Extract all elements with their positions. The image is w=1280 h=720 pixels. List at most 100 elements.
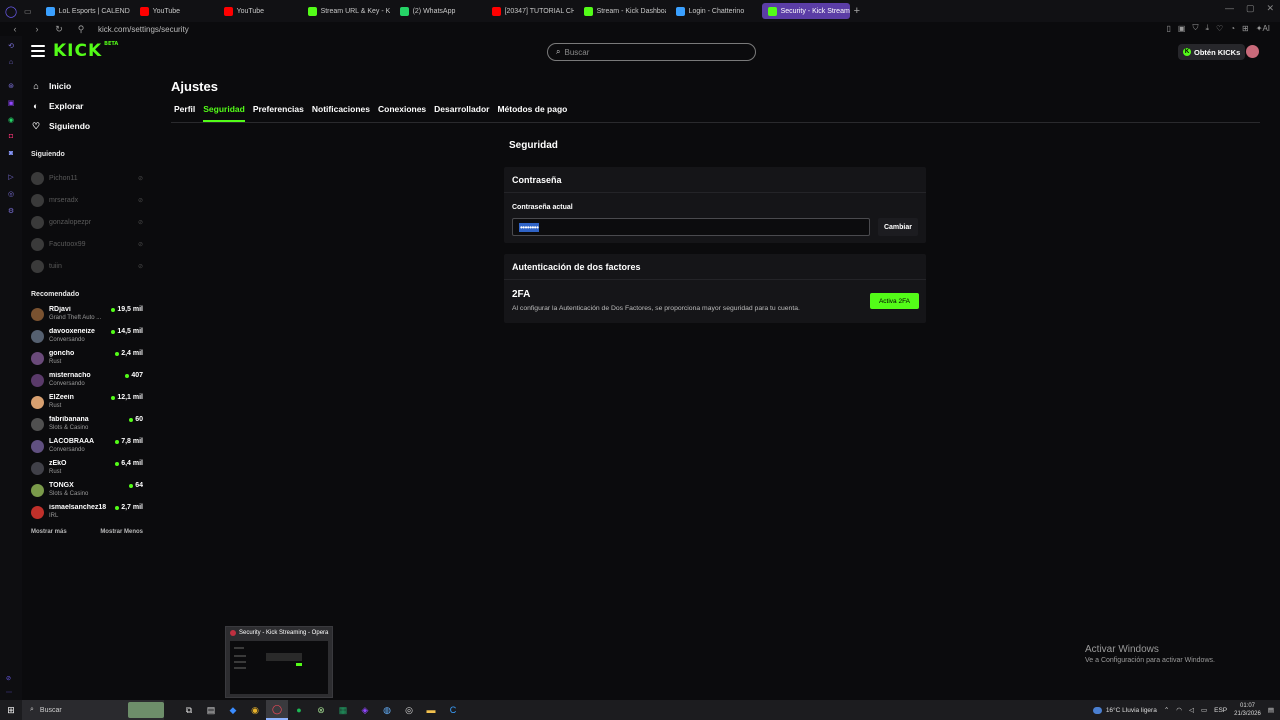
settings-icon[interactable]: ⚙ (6, 205, 17, 216)
shield-icon[interactable]: ⛉ (1192, 23, 1198, 33)
browser-tab[interactable]: Stream - Kick Dashboa (578, 3, 666, 19)
volume-icon[interactable]: ◁ (1189, 706, 1194, 714)
chat-icon[interactable]: ◔ (1230, 24, 1235, 33)
recommended-item[interactable]: ElZeein Rust 12,1 mil (31, 391, 143, 413)
folder-icon[interactable]: ▬ (420, 700, 442, 720)
aria-ai-button[interactable]: ✦AI (1256, 24, 1270, 33)
activate-2fa-button[interactable]: Activa 2FA (870, 293, 919, 309)
whatsapp-icon[interactable]: ◉ (6, 114, 17, 125)
weather-widget[interactable]: 16°C Lluvia ligera (1092, 706, 1157, 714)
new-tab-button[interactable]: + (850, 5, 864, 17)
browser-tab[interactable]: Login - Chatterino (670, 3, 758, 19)
browser-tab[interactable]: LoL Esports | CALENDARIO (40, 3, 130, 19)
recommended-item[interactable]: zEkO Rust 6,4 mil (31, 457, 143, 479)
following-item[interactable]: Pichon11 ⊘ (31, 167, 143, 189)
settings-tab[interactable]: Preferencias (253, 104, 304, 122)
discord-icon[interactable]: ◙ (6, 148, 17, 159)
rail-more-icon[interactable]: ⊘ ⋯ (6, 672, 12, 700)
chrome-icon[interactable]: ◉ (244, 700, 266, 720)
settings-tab[interactable]: Conexiones (378, 104, 426, 122)
snapshot-icon[interactable]: ▣ (1178, 24, 1186, 33)
following-item[interactable]: Facutoox99 ⊘ (31, 233, 143, 255)
recommended-item[interactable]: TONGX Slots & Casino 64 (31, 479, 143, 501)
change-password-button[interactable]: Cambiar (878, 218, 918, 236)
hamburger-menu-icon[interactable] (31, 45, 45, 57)
nav-item-inicio[interactable]: ⌂ Inicio (31, 76, 151, 96)
kick-logo[interactable]: KICK BETA (53, 41, 118, 61)
excel-icon[interactable]: ▦ (332, 700, 354, 720)
aria-icon[interactable]: ⊛ (6, 80, 17, 91)
search-input[interactable] (564, 47, 735, 57)
settings-tab[interactable]: Seguridad (203, 104, 245, 122)
recommended-item[interactable]: goncho Rust 2,4 mil (31, 347, 143, 369)
notifications-icon[interactable]: ▤ (1268, 706, 1274, 714)
browser-tab[interactable]: [20347] TUTORIAL CHAT (486, 3, 574, 19)
close-icon[interactable]: ✕ (1266, 3, 1274, 14)
vpn-icon[interactable]: ◆ (222, 700, 244, 720)
following-item[interactable]: gonzalopezpr ⊘ (31, 211, 143, 233)
settings-tab[interactable]: Desarrollador (434, 104, 489, 122)
clock[interactable]: 01:07 21/3/2026 (1234, 702, 1261, 718)
tab-menu-icon[interactable]: ▭ (24, 7, 32, 16)
show-more-link[interactable]: Mostrar más (31, 529, 67, 535)
bookmark-icon[interactable]: ▯ (1167, 24, 1171, 33)
search-bar[interactable]: ⌕ (547, 43, 756, 61)
opera-taskbar-icon[interactable]: ◯ (266, 700, 288, 720)
forward-icon[interactable]: › (30, 24, 44, 34)
steam-icon[interactable]: ◍ (376, 700, 398, 720)
channel-category: Slots & Casino (49, 491, 89, 497)
home-rail-icon[interactable]: ⌂ (6, 57, 17, 68)
nav-item-explorar[interactable]: ◐ Explorar (31, 96, 151, 116)
task-view-icon[interactable]: ⧉ (178, 700, 200, 720)
user-avatar[interactable] (1246, 45, 1259, 58)
url-field[interactable]: kick.com/settings/security (98, 25, 189, 34)
history-icon[interactable]: ⟲ (6, 40, 17, 51)
chatterino-icon[interactable]: C (442, 700, 464, 720)
start-icon[interactable]: ⊞ (0, 700, 22, 720)
language-indicator[interactable]: ESP (1214, 707, 1227, 714)
opera-logo-icon[interactable]: ◯ (0, 0, 22, 22)
settings-tab[interactable]: Notificaciones (312, 104, 370, 122)
heart-icon[interactable]: ♡ (1216, 24, 1223, 33)
following-item[interactable]: mrseradx ⊘ (31, 189, 143, 211)
settings-tab[interactable]: Métodos de pago (497, 104, 567, 122)
recommended-item[interactable]: davooxeneize Conversando 14,5 mil (31, 325, 143, 347)
back-icon[interactable]: ‹ (8, 24, 22, 34)
recommended-item[interactable]: LACOBRAAA Conversando 7,8 mil (31, 435, 143, 457)
recommended-item[interactable]: RDjavi Grand Theft Auto ... 19,5 mil (31, 303, 143, 325)
nav-item-siguiendo[interactable]: ♡ Siguiendo (31, 116, 151, 136)
following-item[interactable]: tuiin ⊘ (31, 255, 143, 277)
browser-tab[interactable]: (2) WhatsApp (394, 3, 482, 19)
security-lock-icon[interactable]: ⚲ (74, 24, 88, 35)
recommended-item[interactable]: misternacho Conversando 407 (31, 369, 143, 391)
tray-expand-icon[interactable]: ⌃ (1164, 706, 1169, 714)
window-preview[interactable]: Security - Kick Streaming - Opera (225, 626, 333, 698)
instagram-icon[interactable]: ◘ (6, 131, 17, 142)
browser-tab[interactable]: YouTube (134, 3, 214, 19)
spotify-icon[interactable]: ● (288, 700, 310, 720)
download-icon[interactable]: ⤓ (1205, 23, 1209, 33)
settings-tab[interactable]: Perfil (174, 104, 195, 122)
obs-icon[interactable]: ◎ (398, 700, 420, 720)
current-password-field[interactable]: •••••••• (512, 218, 870, 236)
battery-icon[interactable]: ▭ (1201, 706, 1207, 714)
twitch-icon[interactable]: ▣ (6, 97, 17, 108)
browser-tab[interactable]: Stream URL & Key - Kick S (302, 3, 390, 19)
file-manager-icon[interactable]: ▤ (200, 700, 222, 720)
extensions-icon[interactable]: ⊞ (1242, 24, 1249, 33)
xbox-icon[interactable]: ⊗ (310, 700, 332, 720)
speeddial-icon[interactable]: ◎ (6, 188, 17, 199)
network-icon[interactable]: ◠ (1176, 706, 1182, 714)
maximize-icon[interactable]: ▢ (1246, 3, 1255, 14)
browser-tab[interactable]: Security - Kick Streaming (761, 3, 850, 19)
taskbar-search[interactable]: ⌕ Buscar (22, 700, 164, 720)
twitch-app-icon[interactable]: ◈ (354, 700, 376, 720)
minimize-icon[interactable]: — (1225, 3, 1234, 14)
get-kicks-button[interactable]: K Obtén KICKs (1178, 44, 1246, 60)
player-icon[interactable]: ▷ (6, 171, 17, 182)
recommended-item[interactable]: ismaelsanchez18 IRL 2,7 mil (31, 501, 143, 523)
reload-icon[interactable]: ↻ (52, 24, 66, 35)
recommended-item[interactable]: fabribanana Slots & Casino 60 (31, 413, 143, 435)
browser-tab[interactable]: YouTube (218, 3, 298, 19)
show-less-link[interactable]: Mostrar Menos (100, 529, 143, 535)
